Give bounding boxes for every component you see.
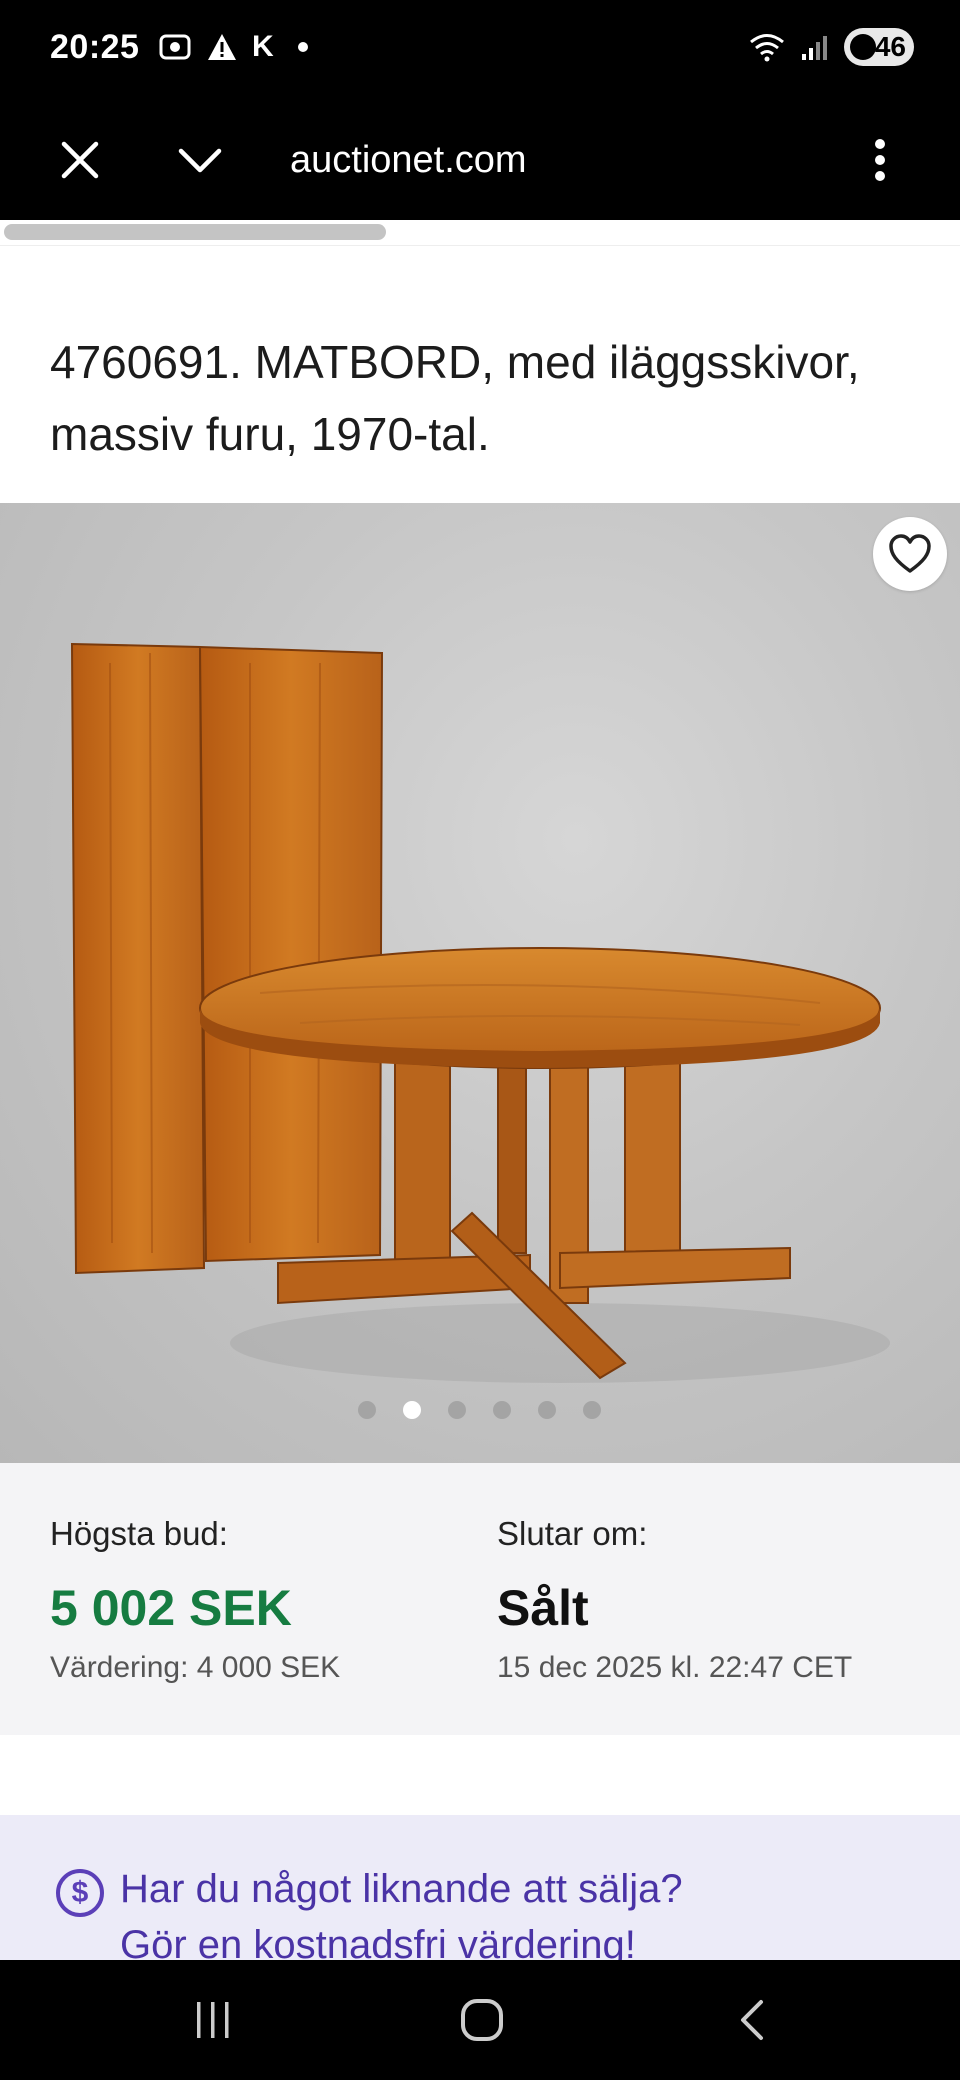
carousel-dot-active[interactable] [403,1401,421,1419]
chevron-down-icon [178,148,222,173]
status-bar: 20:25 K 46 [0,0,960,100]
status-sold: Sålt [497,1580,589,1636]
estimate-text: Värdering: 4 000 SEK [50,1651,341,1684]
carousel-dot[interactable] [358,1401,376,1419]
status-time: 20:25 [50,28,140,66]
url-display[interactable]: auctionet.com [290,130,527,190]
back-icon [741,2000,763,2040]
wifi-icon [750,34,784,62]
android-nav-bar [0,1960,960,2080]
end-time-text: 15 dec 2025 kl. 22:47 CET [497,1651,853,1684]
home-icon [461,1999,503,2041]
signal-icon [802,36,827,60]
more-vert-icon [875,139,885,181]
k-indicator: K [252,30,274,63]
item-title: 4760691. MATBORD, med iläggsskivor, mass… [50,336,860,460]
home-button[interactable] [442,1990,522,2050]
sell-question[interactable]: Har du något liknande att sälja? [120,1867,683,1912]
more-options-button[interactable] [850,130,910,190]
carousel-indicators [358,1401,601,1419]
screenshot-icon [159,34,191,60]
highest-bid-label: Högsta bud: [50,1515,228,1552]
status-left-icons: K [158,30,308,64]
end-time-block: Slutar om: Sålt 15 dec 2025 kl. 22:47 CE… [497,1515,852,1685]
notification-dot [297,42,308,52]
battery-indicator: 46 [844,28,914,66]
back-button[interactable] [712,1990,792,2050]
ends-label: Slutar om: [497,1515,648,1552]
carousel-dot[interactable] [493,1401,511,1419]
carousel-dot[interactable] [538,1401,556,1419]
item-photo-carousel[interactable] [0,503,960,1463]
minimize-button[interactable] [170,130,230,190]
carousel-dot[interactable] [583,1401,601,1419]
browser-toolbar: auctionet.com [0,100,960,220]
scrollbar-thumb[interactable] [4,224,386,240]
carousel-dot[interactable] [448,1401,466,1419]
table-photo [70,642,890,1383]
horizontal-scrollbar[interactable] [0,220,960,246]
battery-saver-icon [850,34,876,60]
highest-bid-value: 5 002 SEK [50,1580,292,1636]
heart-icon [889,534,931,573]
highest-bid-block: Högsta bud: 5 002 SEK Värdering: 4 000 S… [50,1515,340,1685]
close-icon [61,141,99,179]
dollar-icon: $ [56,1869,104,1917]
battery-level: 46 [874,31,906,62]
bid-summary: Högsta bud: 5 002 SEK Värdering: 4 000 S… [0,1463,960,1735]
recent-apps-button[interactable] [173,1990,253,2050]
recent-apps-icon [197,2002,229,2038]
status-right-icons: 46 [748,28,914,66]
favorite-button[interactable] [873,517,947,591]
warning-icon [208,34,236,60]
close-tab-button[interactable] [50,130,110,190]
